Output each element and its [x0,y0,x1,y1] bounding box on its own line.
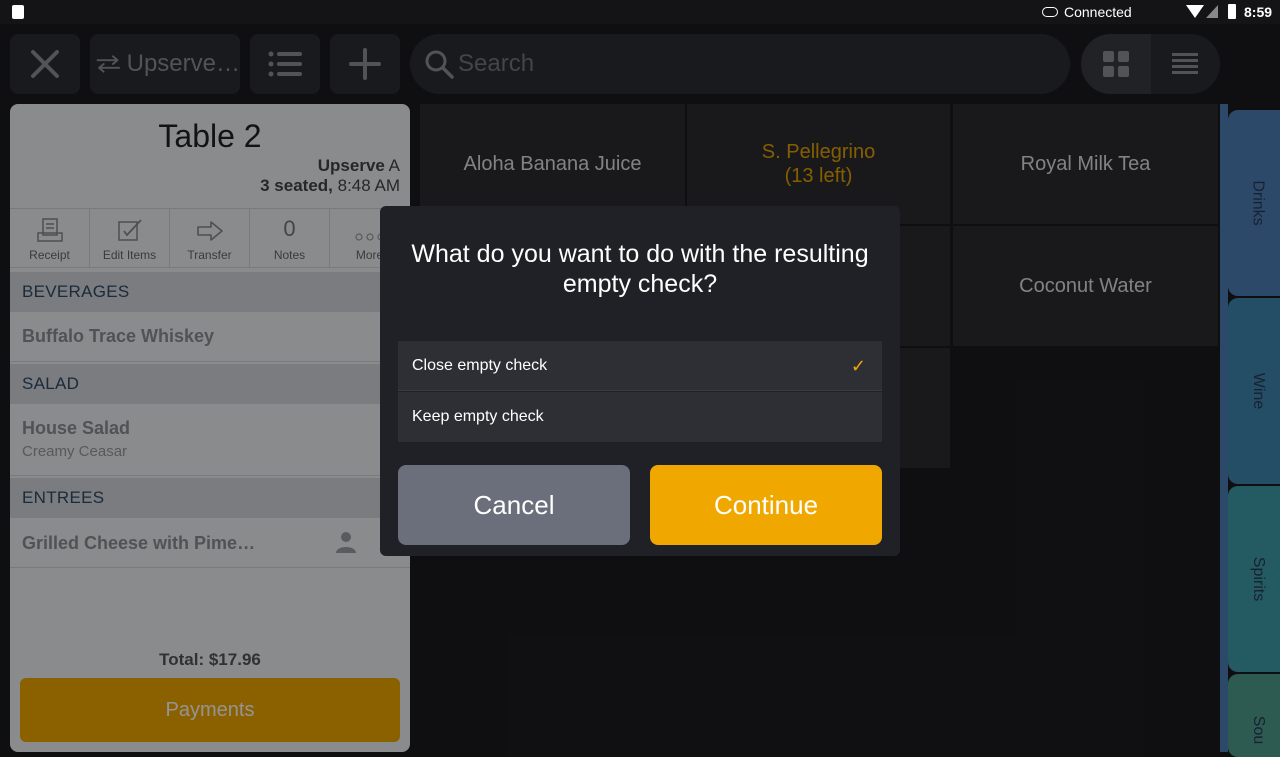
option-label: Keep empty check [412,408,544,425]
signal-icon [1206,5,1218,18]
status-bar: Connected 8:59 [0,0,1280,24]
checkmark-icon: ✓ [850,356,866,376]
connection-label: Connected [1064,4,1132,20]
option-close-empty-check[interactable]: Close empty check ✓ [398,341,882,391]
option-keep-empty-check[interactable]: Keep empty check [398,392,882,442]
sd-card-icon [12,5,24,19]
continue-button[interactable]: Continue [650,465,882,545]
connection-status: Connected [1042,4,1132,20]
dialog-question: What do you want to do with the resultin… [411,240,869,298]
empty-check-dialog: What do you want to do with the resultin… [380,206,900,556]
cloud-icon [1042,7,1058,17]
option-label: Close empty check [412,356,548,374]
cancel-button[interactable]: Cancel [398,465,630,545]
wifi-icon [1186,5,1204,18]
clock: 8:59 [1244,4,1273,20]
battery-icon [1228,4,1236,19]
